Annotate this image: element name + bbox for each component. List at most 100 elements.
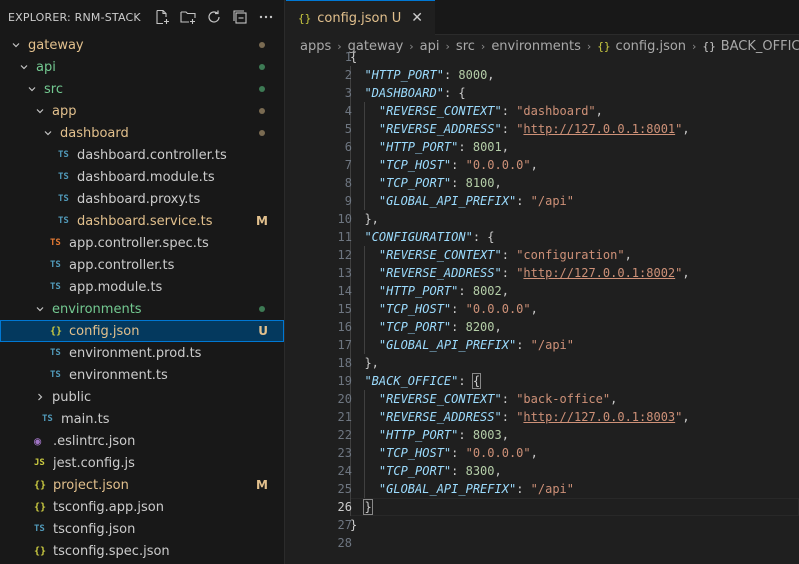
code-token: : [458, 428, 473, 442]
code-line[interactable]: 5 "REVERSE_ADDRESS": "http://127.0.0.1:80… [286, 120, 799, 138]
code-line[interactable]: 8 "TCP_PORT": 8100, [286, 174, 799, 192]
tree-item-label: dashboard.proxy.ts [77, 191, 201, 207]
code-token: , [494, 176, 502, 190]
line-content: "REVERSE_CONTEXT": "back-office", [379, 390, 617, 408]
file-app-controller-ts[interactable]: TS app.controller.ts [0, 254, 284, 276]
code-line[interactable]: 6 "HTTP_PORT": 8001, [286, 138, 799, 156]
file-main-ts[interactable]: TS main.ts [0, 408, 284, 430]
code-line[interactable]: 14 "HTTP_PORT": 8002, [286, 282, 799, 300]
chevron-down-icon[interactable] [34, 100, 46, 122]
file-environment-prod-ts[interactable]: TS environment.prod.ts [0, 342, 284, 364]
code-line[interactable]: 25 "GLOBAL_API_PREFIX": "/api" [286, 480, 799, 498]
file-dashboard-controller-ts[interactable]: TS dashboard.controller.ts [0, 144, 284, 166]
folder-src[interactable]: src [0, 78, 284, 100]
file-app-controller-spec-ts[interactable]: TS app.controller.spec.ts [0, 232, 284, 254]
code-line[interactable]: 7 "TCP_HOST": "0.0.0.0", [286, 156, 799, 174]
code-token: }, [364, 356, 379, 370]
line-content: { [350, 48, 357, 66]
line-number: 4 [344, 104, 352, 118]
code-line[interactable]: 11 "CONFIGURATION": { [286, 228, 799, 246]
tree-item-label: jest.config.js [53, 455, 135, 471]
indent-guide [364, 408, 366, 426]
code-token: "GLOBAL_API_PREFIX" [378, 194, 517, 208]
line-number: 24 [337, 464, 352, 478]
folder-public[interactable]: public [0, 386, 284, 408]
code-line[interactable]: 15 "TCP_HOST": "0.0.0.0", [286, 300, 799, 318]
line-number: 13 [337, 266, 352, 280]
code-line[interactable]: 17 "GLOBAL_API_PREFIX": "/api" [286, 336, 799, 354]
code-line[interactable]: 1{ [286, 48, 799, 66]
code-token: : [458, 140, 473, 154]
code-line[interactable]: 23 "TCP_HOST": "0.0.0.0", [286, 444, 799, 462]
line-number: 19 [337, 374, 352, 388]
chevron-right-icon[interactable] [34, 386, 46, 408]
code-token: "TCP_PORT" [378, 464, 452, 478]
new-file-icon[interactable] [153, 9, 170, 26]
file-tsconfig-app-json[interactable]: {} tsconfig.app.json [0, 496, 284, 518]
code-token: , [682, 266, 690, 280]
folder-gateway[interactable]: gateway [0, 34, 284, 56]
code-line[interactable]: 20 "REVERSE_CONTEXT": "back-office", [286, 390, 799, 408]
close-icon[interactable]: ✕ [411, 10, 423, 26]
code-token: 8000 [458, 68, 488, 82]
chevron-down-icon[interactable] [10, 34, 22, 56]
chevron-down-icon[interactable] [42, 122, 54, 144]
code-token: "REVERSE_CONTEXT" [378, 392, 502, 406]
code-line[interactable]: 4 "REVERSE_CONTEXT": "dashboard", [286, 102, 799, 120]
line-content: "TCP_PORT": 8100, [379, 174, 502, 192]
code-line[interactable]: 27} [286, 516, 799, 534]
file-dashboard-module-ts[interactable]: TS dashboard.module.ts [0, 166, 284, 188]
chevron-down-icon[interactable] [34, 298, 46, 320]
collapse-all-icon[interactable] [231, 9, 248, 26]
folder-app[interactable]: app [0, 100, 284, 122]
file-tsconfig-spec-json[interactable]: {} tsconfig.spec.json [0, 540, 284, 562]
code-line[interactable]: 12 "REVERSE_CONTEXT": "configuration", [286, 246, 799, 264]
code-line[interactable]: 3 "DASHBOARD": { [286, 84, 799, 102]
code-token: "GLOBAL_API_PREFIX" [378, 338, 517, 352]
code-line[interactable]: 28 [286, 534, 799, 552]
code-line[interactable]: 2 "HTTP_PORT": 8000, [286, 66, 799, 84]
folder-api[interactable]: api [0, 56, 284, 78]
file-config-json[interactable]: {} config.json U [0, 320, 284, 342]
file-app-module-ts[interactable]: TS app.module.ts [0, 276, 284, 298]
indent-guide [364, 246, 366, 264]
code-editor[interactable]: 1{2 "HTTP_PORT": 8000, 3 "DASHBOARD": { 4 "RE… [286, 48, 799, 552]
code-line[interactable]: 24 "TCP_PORT": 8300, [286, 462, 799, 480]
code-token: : [501, 266, 517, 280]
code-token: "REVERSE_CONTEXT" [378, 104, 502, 118]
code-line[interactable]: 26} [286, 498, 799, 516]
tree-item-label: tsconfig.app.json [53, 499, 164, 515]
code-line[interactable]: 18}, [286, 354, 799, 372]
file-tsconfig-json[interactable]: TS tsconfig.json [0, 518, 284, 540]
line-content: "TCP_HOST": "0.0.0.0", [379, 300, 538, 318]
file-dashboard-service-ts[interactable]: TS dashboard.service.ts M [0, 210, 284, 232]
code-line[interactable]: 10}, [286, 210, 799, 228]
explorer-sidebar: EXPLORER: RNM-STACK gateway api src app dash… [0, 0, 285, 564]
code-token: }, [364, 212, 379, 226]
code-line[interactable]: 19 "BACK_OFFICE": { [286, 372, 799, 390]
refresh-icon[interactable] [205, 9, 222, 26]
folder-environments[interactable]: environments [0, 298, 284, 320]
chevron-down-icon[interactable] [26, 78, 38, 100]
code-line[interactable]: 13 "REVERSE_ADDRESS": "http://127.0.0.1:8… [286, 264, 799, 282]
code-token: "/api" [530, 194, 574, 208]
code-token: "REVERSE_CONTEXT" [378, 248, 502, 262]
code-line[interactable]: 9 "GLOBAL_API_PREFIX": "/api" [286, 192, 799, 210]
code-line[interactable]: 22 "HTTP_PORT": 8003, [286, 426, 799, 444]
tab-config-json[interactable]: {} config.json U ✕ [286, 0, 435, 35]
new-folder-icon[interactable] [179, 9, 196, 26]
folder-dashboard[interactable]: dashboard [0, 122, 284, 144]
file-eslintrc-json[interactable]: ◉ .eslintrc.json [0, 430, 284, 452]
file-jest-config-js[interactable]: JS jest.config.js [0, 452, 284, 474]
code-line[interactable]: 16 "TCP_PORT": 8200, [286, 318, 799, 336]
code-line[interactable]: 21 "REVERSE_ADDRESS": "http://127.0.0.1:8… [286, 408, 799, 426]
line-number: 11 [337, 230, 352, 244]
file-project-json[interactable]: {} project.json M [0, 474, 284, 496]
file-environment-ts[interactable]: TS environment.ts [0, 364, 284, 386]
tree-item-label: dashboard [60, 125, 129, 141]
code-token: "configuration" [516, 248, 625, 262]
chevron-down-icon[interactable] [18, 56, 30, 78]
more-actions-icon[interactable] [257, 9, 274, 26]
file-dashboard-proxy-ts[interactable]: TS dashboard.proxy.ts [0, 188, 284, 210]
line-content: } [363, 498, 373, 516]
